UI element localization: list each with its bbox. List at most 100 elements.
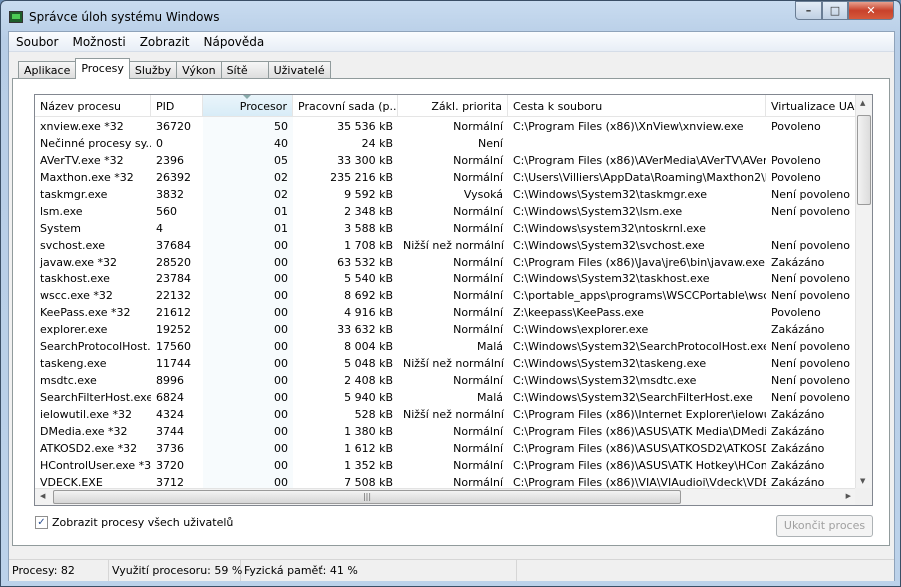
cell-priority: Normální	[453, 323, 503, 337]
table-row[interactable]: javaw.exe *32 28520 00 63 532 kB Normální C:\…	[35, 255, 856, 272]
tab-procesy[interactable]: Procesy	[75, 58, 130, 79]
cell-uac: Není povoleno	[771, 238, 850, 252]
cell-uac: Není povoleno	[771, 272, 850, 286]
table-row[interactable]: SearchFilterHost.exe 6824 00 5 940 kB Malá C:…	[35, 390, 856, 407]
cell-working-set: 33 632 kB	[337, 323, 393, 337]
tab-vykon[interactable]: Výkon	[176, 61, 222, 79]
table-row[interactable]: SearchProtocolHost... 17560 00 8 004 kB Malá…	[35, 339, 856, 356]
cell-path: C:\Program Files (x86)\ASUS\ATK Hotkey\H…	[513, 458, 766, 472]
cell-cpu: 00	[274, 323, 288, 337]
cell-cpu: 50	[274, 120, 288, 133]
cell-name: msdtc.exe	[40, 374, 97, 388]
process-list[interactable]: Název procesu PID Procesor Pracovní sada…	[34, 94, 873, 506]
maximize-button[interactable]: □	[822, 1, 848, 20]
task-manager-window: Správce úloh systému Windows – □ ✕ Soubo…	[0, 0, 901, 587]
header-cpu[interactable]: Procesor	[203, 95, 293, 116]
scroll-up-icon[interactable]: ▲	[860, 99, 865, 107]
cell-path: C:\Windows\System32\taskmgr.exe	[513, 187, 707, 201]
cell-working-set: 8 692 kB	[344, 289, 393, 303]
menu-zobrazit[interactable]: Zobrazit	[133, 32, 197, 51]
cell-path: C:\Program Files (x86)\AVerMedia\AVerTV\…	[513, 153, 766, 167]
menu-moznosti[interactable]: Možnosti	[65, 32, 132, 51]
horizontal-scroll-thumb[interactable]: |||	[53, 490, 681, 504]
table-row[interactable]: HControlUser.exe *32 3720 00 1 352 kB Normál…	[35, 458, 856, 475]
header-uac[interactable]: Virtualizace UAC	[766, 95, 856, 116]
table-row[interactable]: taskhost.exe 23784 00 5 540 kB Normální C:\Wi…	[35, 271, 856, 288]
table-row[interactable]: svchost.exe 37684 00 1 708 kB Nižší než norm…	[35, 238, 856, 255]
cell-uac: Není povoleno	[771, 391, 850, 404]
cell-pid: 8996	[156, 374, 184, 388]
scroll-right-icon[interactable]: ▶	[846, 492, 851, 500]
cell-path: C:\Windows\explorer.exe	[513, 323, 649, 337]
cell-cpu: 00	[274, 340, 288, 354]
menu-soubor[interactable]: Soubor	[9, 32, 65, 51]
minimize-button[interactable]: –	[795, 1, 822, 20]
cell-working-set: 8 004 kB	[344, 340, 393, 354]
cell-priority: Normální	[453, 475, 503, 489]
header-working-set[interactable]: Pracovní sada (p...	[293, 95, 398, 116]
cell-priority: Malá	[476, 391, 503, 404]
table-row[interactable]: Maxthon.exe *32 26392 02 235 216 kB Normální…	[35, 170, 856, 187]
header-pid[interactable]: PID	[151, 95, 203, 116]
cell-uac: Zakázáno	[771, 323, 825, 337]
vertical-scrollbar[interactable]: ▲ ▼	[855, 95, 872, 489]
table-row[interactable]: KeePass.exe *32 21612 00 4 916 kB Normální Z:…	[35, 305, 856, 322]
cell-uac	[766, 221, 856, 238]
tab-aplikace[interactable]: Aplikace	[18, 61, 77, 79]
cell-name: taskmgr.exe	[40, 187, 108, 201]
table-row[interactable]: Nečinné procesy sy... 0 40 24 kB Není	[35, 136, 856, 153]
cell-path: C:\Program Files (x86)\XnView\xnview.exe	[513, 120, 744, 133]
table-row[interactable]: ATKOSD2.exe *32 3736 00 1 612 kB Normální C:\…	[35, 441, 856, 458]
cell-name: ATKOSD2.exe *32	[40, 441, 138, 455]
cell-priority: Normální	[453, 272, 503, 286]
end-process-button[interactable]: Ukončit proces	[776, 515, 873, 537]
cell-name: ielowutil.exe *32	[40, 407, 133, 421]
checkbox-checked-icon[interactable]: ✓	[35, 516, 48, 529]
cell-priority: Normální	[453, 289, 503, 303]
table-row[interactable]: ielowutil.exe *32 4324 00 528 kB Nižší než n…	[35, 407, 856, 424]
table-row[interactable]: wscc.exe *32 22132 00 8 692 kB Normální C:\po…	[35, 288, 856, 305]
scroll-left-icon[interactable]: ◀	[40, 492, 45, 500]
tab-sluzby[interactable]: Služby	[128, 61, 178, 79]
cell-path: C:\Program Files (x86)\ASUS\ATK Media\DM…	[513, 424, 766, 438]
tab-strip: Aplikace Procesy Služby Výkon Sítě Uživa…	[18, 58, 331, 79]
header-name[interactable]: Název procesu	[35, 95, 151, 116]
cell-cpu: 00	[274, 306, 288, 320]
cell-uac: Povoleno	[771, 306, 821, 320]
column-headers: Název procesu PID Procesor Pracovní sada…	[35, 95, 856, 117]
status-memory: Fyzická paměť: 41 %	[241, 560, 517, 581]
table-row[interactable]: lsm.exe 560 01 2 348 kB Normální C:\Windows\S…	[35, 204, 856, 221]
cell-pid: 22132	[156, 289, 191, 303]
cell-name: HControlUser.exe *32	[40, 458, 151, 472]
table-row[interactable]: System 4 01 3 588 kB Normální C:\Windows\syst…	[35, 221, 856, 238]
header-path[interactable]: Cesta k souboru	[508, 95, 766, 116]
header-priority[interactable]: Zákl. priorita	[398, 95, 508, 116]
cell-cpu: 00	[274, 357, 288, 371]
menu-napoveda[interactable]: Nápověda	[197, 32, 272, 51]
table-row[interactable]: explorer.exe 19252 00 33 632 kB Normální C:\W…	[35, 322, 856, 339]
table-row[interactable]: msdtc.exe 8996 00 2 408 kB Normální C:\Window…	[35, 373, 856, 390]
cell-pid: 26392	[156, 170, 191, 184]
vertical-scroll-thumb[interactable]	[857, 115, 871, 205]
table-row[interactable]: VDECK.EXE 3712 00 7 508 kB Normální C:\Progra…	[35, 475, 856, 492]
table-row[interactable]: xnview.exe *32 36720 50 35 536 kB Normální C:…	[35, 119, 856, 136]
table-row[interactable]: taskmgr.exe 3832 02 9 592 kB Vysoká C:\Window…	[35, 187, 856, 204]
menu-bar: Soubor Možnosti Zobrazit Nápověda	[9, 32, 894, 52]
cell-name: lsm.exe	[40, 204, 83, 218]
cell-pid: 6824	[156, 391, 184, 404]
table-row[interactable]: AVerTV.exe *32 2396 05 33 300 kB Normální C:\…	[35, 153, 856, 170]
cell-cpu: 40	[274, 136, 288, 150]
cell-path: C:\Program Files (x86)\VIA\VIAudioi\Vdec…	[513, 475, 766, 489]
cell-priority: Nižší než normální	[403, 238, 504, 252]
show-all-users-checkbox[interactable]: ✓ Zobrazit procesy všech uživatelů	[35, 516, 233, 529]
table-row[interactable]: DMedia.exe *32 3744 00 1 380 kB Normální C:\P…	[35, 424, 856, 441]
tab-uzivatele[interactable]: Uživatelé	[267, 61, 331, 79]
cell-cpu: 00	[274, 255, 288, 269]
cell-path: C:\Windows\System32\lsm.exe	[513, 204, 683, 218]
tab-site[interactable]: Sítě	[220, 61, 269, 79]
scroll-down-icon[interactable]: ▼	[860, 477, 865, 485]
table-row[interactable]: taskeng.exe 11744 00 5 048 kB Nižší než norm…	[35, 356, 856, 373]
cell-cpu: 02	[274, 170, 288, 184]
cell-path: C:\Users\Villiers\AppData\Roaming\Maxtho…	[513, 170, 766, 184]
close-button[interactable]: ✕	[848, 1, 894, 20]
